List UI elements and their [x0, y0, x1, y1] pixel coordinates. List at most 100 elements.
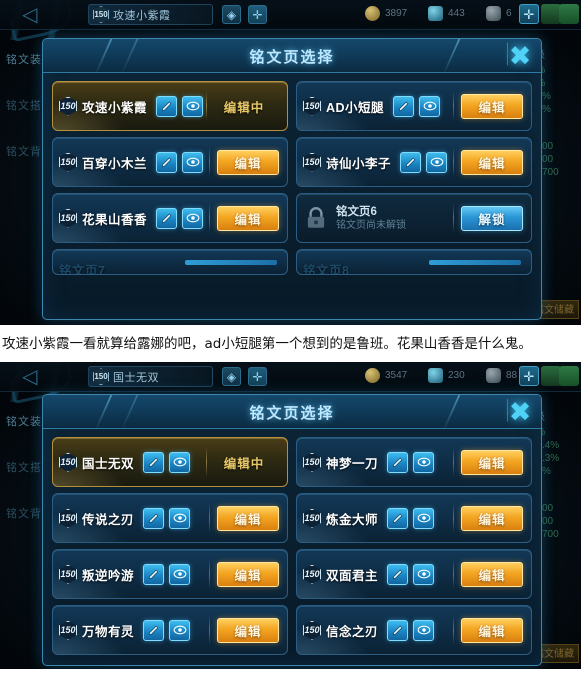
- edit-button[interactable]: 编辑: [461, 561, 523, 587]
- preview-eye-icon[interactable]: [413, 619, 435, 641]
- rune-page-card[interactable]: 150 炼金大师 编辑: [296, 493, 532, 544]
- edit-button[interactable]: 编辑: [461, 617, 523, 643]
- rune-page-card[interactable]: 150 万物有灵 编辑: [52, 605, 288, 656]
- rune-page-name: 铭文页7: [59, 264, 106, 275]
- edit-button[interactable]: 编辑: [217, 205, 279, 231]
- rune-page-card[interactable]: 铭文页7: [52, 249, 288, 275]
- edit-pencil-icon[interactable]: [143, 451, 165, 473]
- top-bar: ◁ 150 国士无双 ◈ ✛ 3547 230 88 ✛: [0, 362, 581, 393]
- add-currency-button[interactable]: ✛: [519, 4, 539, 24]
- edit-pencil-icon[interactable]: [156, 207, 178, 229]
- hero-chip[interactable]: 150 攻速小紫霞: [88, 4, 213, 25]
- preview-eye-icon[interactable]: [169, 451, 191, 473]
- rune-page-name: 国士无双: [82, 456, 135, 471]
- rune-page-card[interactable]: 150 双面君主 编辑: [296, 549, 532, 600]
- rune-page-card[interactable]: 150 百穿小木兰 编辑: [52, 137, 288, 187]
- preview-eye-icon[interactable]: [182, 151, 204, 173]
- rune-page-card[interactable]: 铭文页8: [296, 249, 532, 275]
- edit-pencil-icon[interactable]: [143, 507, 165, 529]
- hero-chip[interactable]: 150 国士无双: [88, 366, 213, 388]
- back-arrow-icon[interactable]: ◁: [22, 366, 48, 388]
- rune-page-name: 神梦一刀: [326, 456, 379, 471]
- edit-pencil-icon[interactable]: [156, 95, 178, 117]
- preview-eye-icon[interactable]: [426, 151, 448, 173]
- edit-pencil-icon[interactable]: [143, 619, 165, 641]
- edit-pencil-icon[interactable]: [156, 151, 178, 173]
- rune-page-card[interactable]: 150 神梦一刀 编辑: [296, 437, 532, 488]
- cut-off-button[interactable]: [429, 259, 521, 265]
- hero-name: 攻速小紫霞: [113, 9, 171, 22]
- add-icon[interactable]: ✛: [248, 367, 267, 387]
- rune-page-card[interactable]: 150 攻速小紫霞 编辑中: [52, 81, 288, 131]
- edit-button[interactable]: 编辑: [461, 149, 523, 175]
- diamond-value: 230: [448, 370, 465, 382]
- edit-pencil-icon[interactable]: [387, 507, 409, 529]
- edit-button[interactable]: 编辑: [217, 617, 279, 643]
- rune-page-name: 炼金大师: [326, 512, 379, 527]
- dialog-title: 铭文页选择: [249, 49, 335, 66]
- top-bar: ◁ 150 攻速小紫霞 ◈ ✛ 3897 443 6 ✛: [0, 0, 581, 30]
- signal-icon: [541, 366, 561, 387]
- edit-pencil-icon[interactable]: [387, 563, 409, 585]
- preview-eye-icon[interactable]: [419, 95, 441, 117]
- diamond-currency: 443: [428, 6, 465, 21]
- rune-page-card[interactable]: 150 叛逆吟游 编辑: [52, 549, 288, 600]
- preview-eye-icon[interactable]: [169, 563, 191, 585]
- dialog-header: 铭文页选择 ✖: [43, 395, 541, 430]
- ticket-currency: 88: [486, 368, 517, 384]
- back-arrow-icon[interactable]: ◁: [22, 4, 48, 26]
- edit-pencil-icon[interactable]: [143, 563, 165, 585]
- rune-page-card-locked[interactable]: 铭文页6 铭文页尚未解锁 解锁: [296, 193, 532, 243]
- editing-status: 编辑中: [223, 456, 265, 471]
- level-hex-badge: 150: [59, 564, 77, 584]
- preview-eye-icon[interactable]: [413, 563, 435, 585]
- locked-page-subtitle: 铭文页尚未解锁: [336, 219, 406, 231]
- rune-page-name: AD小短腿: [326, 100, 385, 115]
- add-currency-button[interactable]: ✛: [519, 366, 539, 387]
- preview-eye-icon[interactable]: [169, 507, 191, 529]
- edit-pencil-icon[interactable]: [393, 95, 415, 117]
- preview-eye-icon[interactable]: [413, 451, 435, 473]
- edit-pencil-icon[interactable]: [387, 619, 409, 641]
- level-hex-badge: 150: [59, 452, 77, 472]
- level-hex-badge: 150: [303, 452, 321, 472]
- rune-page-card[interactable]: 150 诗仙小李子 编辑: [296, 137, 532, 187]
- rune-page-name: 攻速小紫霞: [82, 100, 148, 115]
- edit-pencil-icon[interactable]: [387, 451, 409, 473]
- caption-text: 攻速小紫霞一看就算给露娜的吧，ad小短腿第一个想到的是鲁班。花果山香香是什么鬼。: [2, 336, 532, 352]
- preview-eye-icon[interactable]: [169, 619, 191, 641]
- edit-button[interactable]: 编辑: [217, 561, 279, 587]
- bag-icon[interactable]: ◈: [222, 5, 241, 24]
- cut-off-button[interactable]: [185, 259, 277, 265]
- unlock-button[interactable]: 解锁: [461, 205, 523, 231]
- preview-eye-icon[interactable]: [182, 95, 204, 117]
- preview-eye-icon[interactable]: [413, 507, 435, 529]
- edit-button[interactable]: 编辑: [217, 149, 279, 175]
- edit-button[interactable]: 编辑: [461, 449, 523, 475]
- level-hex-badge: 150: [59, 152, 77, 172]
- rune-page-select-dialog: 铭文页选择 ✖ 150 国士无双 编辑中 150 神梦一刀 编辑 150 传说之…: [42, 394, 542, 667]
- preview-eye-icon[interactable]: [182, 207, 204, 229]
- lock-icon: [307, 207, 325, 228]
- edit-button[interactable]: 编辑: [461, 93, 523, 119]
- rune-page-name: 铭文页8: [303, 264, 350, 275]
- level-hex-badge: 150: [303, 508, 321, 528]
- ticket-icon: [486, 368, 501, 384]
- edit-button[interactable]: 编辑: [217, 505, 279, 531]
- diamond-currency: 230: [428, 368, 465, 384]
- close-icon[interactable]: ✖: [505, 41, 535, 71]
- add-icon[interactable]: ✛: [248, 5, 267, 24]
- bag-icon[interactable]: ◈: [222, 367, 241, 387]
- rune-page-card[interactable]: 150 花果山香香 编辑: [52, 193, 288, 243]
- rune-page-card[interactable]: 150 信念之刃 编辑: [296, 605, 532, 656]
- diamond-value: 443: [448, 8, 465, 19]
- rune-page-card[interactable]: 150 AD小短腿 编辑: [296, 81, 532, 131]
- rune-page-select-dialog: 铭文页选择 ✖ 150 攻速小紫霞 编辑中 150 AD小短腿 编辑 150 百…: [42, 38, 542, 320]
- ticket-value: 6: [506, 8, 512, 19]
- rune-page-card[interactable]: 150 传说之刃 编辑: [52, 493, 288, 544]
- close-icon[interactable]: ✖: [505, 397, 535, 427]
- screenshot-bottom: ◁ 150 国士无双 ◈ ✛ 3547 230 88 ✛ 铭文装配 铭文搭配 铭…: [0, 362, 581, 670]
- edit-button[interactable]: 编辑: [461, 505, 523, 531]
- rune-page-card[interactable]: 150 国士无双 编辑中: [52, 437, 288, 488]
- edit-pencil-icon[interactable]: [400, 151, 422, 173]
